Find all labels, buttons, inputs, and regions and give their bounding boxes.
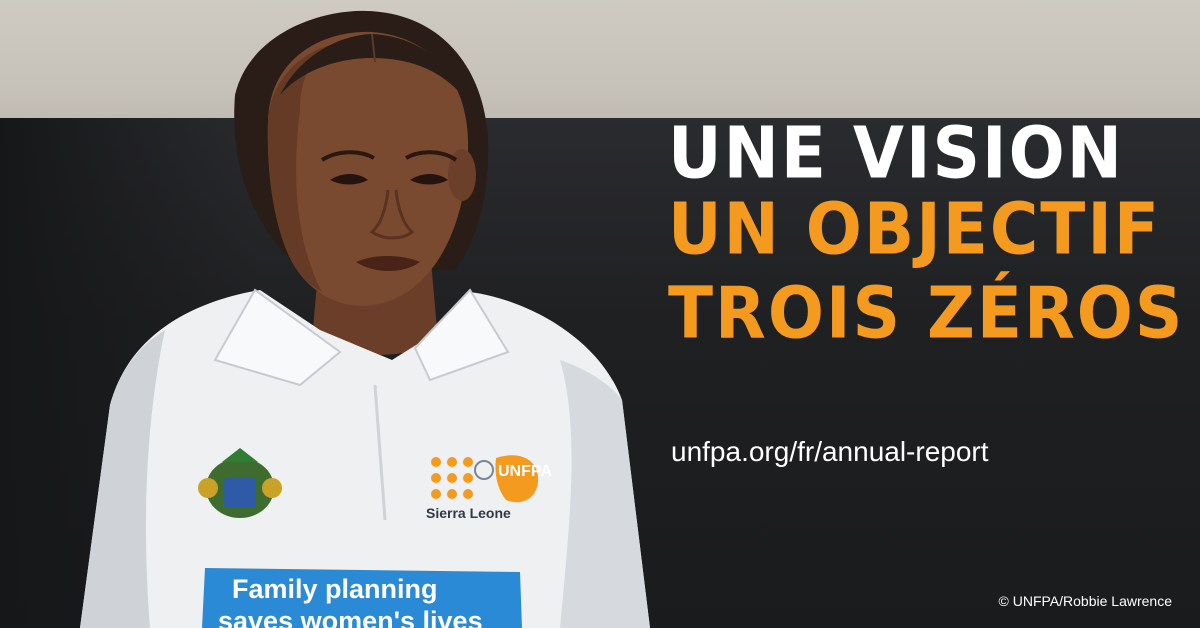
shirt-banner-line1: Family planning (232, 574, 438, 604)
photo-credit: © UNFPA/Robbie Lawrence (998, 593, 1172, 609)
logo-country-text: Sierra Leone (426, 505, 511, 521)
headline-line-1: UNE VISION (668, 111, 1184, 195)
headline-line-2: UN OBJECTIF (668, 187, 1184, 278)
headline-line-3-text: TROIS ZÉROS (668, 271, 1185, 355)
shirt-banner-line2: saves women's lives (218, 606, 483, 628)
headline-line-3: TROIS ZÉROS (668, 271, 1185, 358)
headline: UNE VISION UN OBJECTIF TROIS ZÉROS (668, 111, 1185, 358)
report-url: unfpa.org/fr/annual-report (671, 436, 989, 467)
social-card: UNFPA Sierra Leone Family planning saves… (0, 0, 1200, 628)
headline-line-1-text: UNE VISION (668, 111, 1124, 195)
headline-line-2-text: UN OBJECTIF (668, 187, 1161, 271)
logo-name-text: UNFPA (498, 463, 552, 480)
